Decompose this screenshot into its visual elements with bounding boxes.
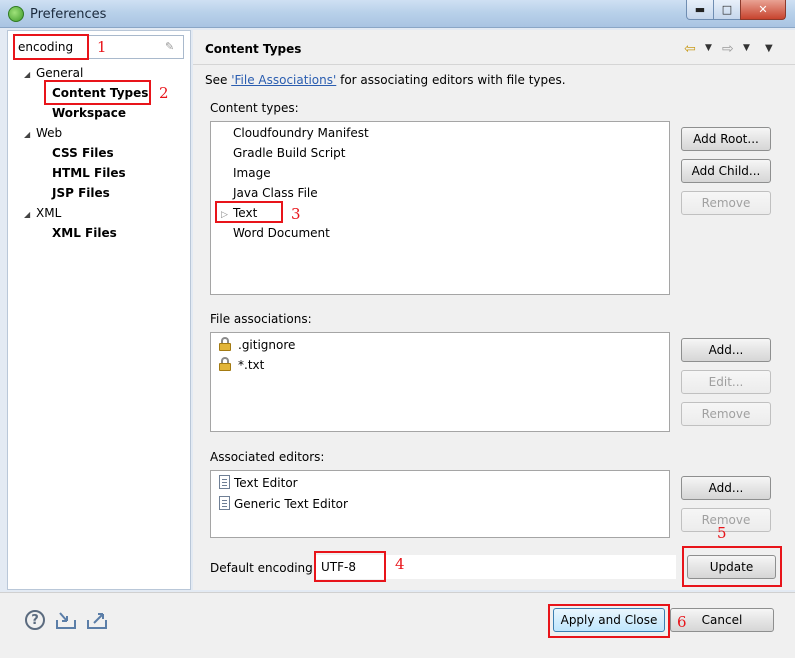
- forward-dropdown-icon[interactable]: ▼: [743, 43, 750, 53]
- annotation-box-4: [314, 551, 386, 582]
- content-type-item[interactable]: Gradle Build Script: [233, 146, 345, 160]
- annotation-box-6: [548, 604, 670, 638]
- file-association-item[interactable]: .gitignore: [238, 338, 295, 352]
- maximize-button[interactable]: □: [713, 0, 741, 20]
- annotation-number: 1: [97, 38, 107, 56]
- tree-item-web[interactable]: Web: [36, 126, 62, 140]
- description-suffix: for associating editors with file types.: [336, 73, 566, 87]
- tree-item-general[interactable]: General: [36, 66, 83, 80]
- annotation-box-5: [682, 546, 782, 587]
- edit-file-association-button[interactable]: Edit...: [681, 370, 771, 394]
- file-association-item[interactable]: *.txt: [238, 358, 264, 372]
- expand-general-icon[interactable]: ◢: [24, 70, 30, 79]
- expand-xml-icon[interactable]: ◢: [24, 210, 30, 219]
- spring-app-icon: [8, 6, 24, 22]
- title-bar: [0, 0, 795, 28]
- generic-editor-icon: [219, 496, 230, 510]
- annotation-box-2: [44, 80, 151, 105]
- content-type-item[interactable]: Image: [233, 166, 271, 180]
- forward-arrow-icon[interactable]: ⇨: [722, 41, 734, 57]
- content-type-item[interactable]: Cloudfoundry Manifest: [233, 126, 369, 140]
- view-menu-icon[interactable]: ▼: [765, 43, 773, 54]
- annotation-number: 5: [717, 524, 727, 542]
- remove-file-association-button[interactable]: Remove: [681, 402, 771, 426]
- description-prefix: See: [205, 73, 232, 87]
- page-title: Content Types: [205, 42, 302, 56]
- annotation-number: 6: [677, 613, 687, 631]
- export-icon[interactable]: [86, 610, 108, 630]
- file-associations-link[interactable]: 'File Associations': [231, 73, 336, 87]
- tree-item-html-files[interactable]: HTML Files: [52, 166, 126, 180]
- associated-editor-item[interactable]: Generic Text Editor: [234, 497, 348, 511]
- tree-item-xml-files[interactable]: XML Files: [52, 226, 117, 240]
- annotation-box-3: [215, 201, 283, 223]
- content-types-label: Content types:: [210, 101, 299, 115]
- expand-web-icon[interactable]: ◢: [24, 130, 30, 139]
- back-dropdown-icon[interactable]: ▼: [705, 43, 712, 53]
- tree-item-xml[interactable]: XML: [36, 206, 61, 220]
- text-editor-icon: [219, 475, 230, 489]
- default-encoding-label: Default encoding:: [210, 561, 317, 575]
- associated-editor-item[interactable]: Text Editor: [234, 476, 298, 490]
- annotation-box-1: [13, 34, 89, 60]
- lock-icon: [218, 337, 231, 351]
- lock-icon: [218, 357, 231, 371]
- tree-item-workspace[interactable]: Workspace: [52, 106, 126, 120]
- clear-filter-icon[interactable]: ✎: [165, 40, 177, 54]
- annotation-number: 3: [291, 205, 301, 223]
- tree-item-css-files[interactable]: CSS Files: [52, 146, 114, 160]
- page-description: See 'File Associations' for associating …: [205, 73, 566, 87]
- back-arrow-icon[interactable]: ⇦: [684, 41, 696, 57]
- tree-item-jsp-files[interactable]: JSP Files: [52, 186, 110, 200]
- content-type-item[interactable]: Java Class File: [233, 186, 318, 200]
- associated-editors-label: Associated editors:: [210, 450, 325, 464]
- remove-content-type-button[interactable]: Remove: [681, 191, 771, 215]
- add-root-button[interactable]: Add Root...: [681, 127, 771, 151]
- file-associations-label: File associations:: [210, 312, 312, 326]
- import-icon[interactable]: [55, 610, 77, 630]
- minimize-button[interactable]: ▬: [686, 0, 714, 20]
- annotation-number: 4: [395, 555, 405, 573]
- content-type-item[interactable]: Word Document: [233, 226, 330, 240]
- add-editor-button[interactable]: Add...: [681, 476, 771, 500]
- add-child-button[interactable]: Add Child...: [681, 159, 771, 183]
- help-icon[interactable]: ?: [25, 610, 45, 630]
- header-divider: [193, 64, 795, 65]
- add-file-association-button[interactable]: Add...: [681, 338, 771, 362]
- window-title: Preferences: [30, 7, 107, 22]
- close-window-button[interactable]: ✕: [740, 0, 786, 20]
- annotation-number: 2: [159, 84, 169, 102]
